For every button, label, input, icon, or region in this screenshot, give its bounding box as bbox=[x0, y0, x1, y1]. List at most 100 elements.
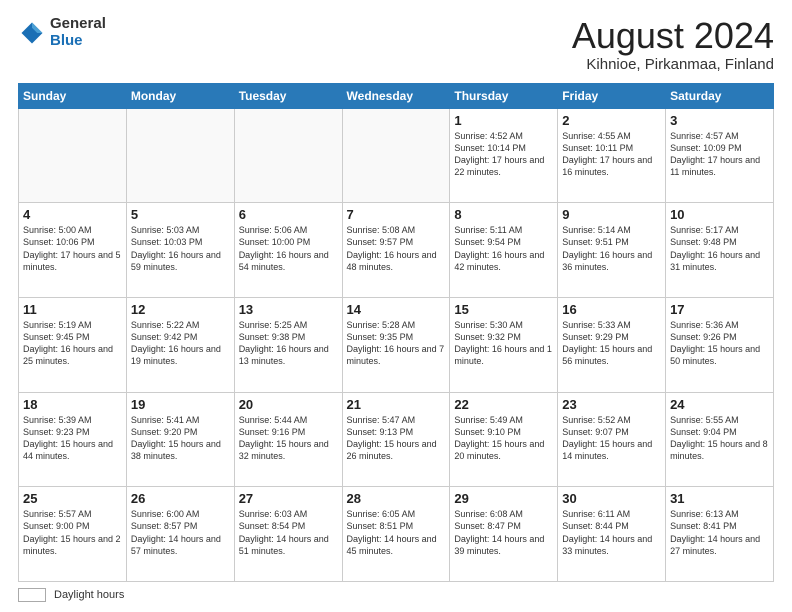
day-number: 4 bbox=[23, 207, 122, 222]
day-number: 2 bbox=[562, 113, 661, 128]
title-block: August 2024 Kihnioe, Pirkanmaa, Finland bbox=[572, 16, 774, 73]
logo-blue: Blue bbox=[50, 32, 83, 49]
weekday-header-wednesday: Wednesday bbox=[342, 83, 450, 108]
weekday-header-row: SundayMondayTuesdayWednesdayThursdayFrid… bbox=[19, 83, 774, 108]
calendar-cell: 12 Sunrise: 5:22 AM Sunset: 9:42 PM Dayli… bbox=[126, 297, 234, 392]
day-info: Sunrise: 5:00 AM Sunset: 10:06 PM Daylig… bbox=[23, 224, 122, 273]
day-info: Sunrise: 6:11 AM Sunset: 8:44 PM Dayligh… bbox=[562, 508, 661, 557]
calendar-cell: 30 Sunrise: 6:11 AM Sunset: 8:44 PM Dayli… bbox=[558, 487, 666, 582]
week-row-5: 25 Sunrise: 5:57 AM Sunset: 9:00 PM Dayli… bbox=[19, 487, 774, 582]
day-number: 23 bbox=[562, 397, 661, 412]
day-number: 29 bbox=[454, 491, 553, 506]
day-number: 20 bbox=[239, 397, 338, 412]
calendar-cell: 25 Sunrise: 5:57 AM Sunset: 9:00 PM Dayli… bbox=[19, 487, 127, 582]
calendar-cell: 11Sunrise: 5:19 AM Sunset: 9:45 PM Dayli… bbox=[19, 297, 127, 392]
day-number: 6 bbox=[239, 207, 338, 222]
weekday-header-tuesday: Tuesday bbox=[234, 83, 342, 108]
day-info: Sunrise: 5:52 AM Sunset: 9:07 PM Dayligh… bbox=[562, 414, 661, 463]
week-row-1: 1Sunrise: 4:52 AM Sunset: 10:14 PM Dayli… bbox=[19, 108, 774, 203]
calendar-cell: 4 Sunrise: 5:00 AM Sunset: 10:06 PM Dayli… bbox=[19, 203, 127, 298]
calendar-cell: 14 Sunrise: 5:28 AM Sunset: 9:35 PM Dayli… bbox=[342, 297, 450, 392]
day-info: Sunrise: 5:14 AM Sunset: 9:51 PM Dayligh… bbox=[562, 224, 661, 273]
calendar-cell bbox=[19, 108, 127, 203]
calendar-cell: 16Sunrise: 5:33 AM Sunset: 9:29 PM Dayli… bbox=[558, 297, 666, 392]
day-info: Sunrise: 6:13 AM Sunset: 8:41 PM Dayligh… bbox=[670, 508, 769, 557]
day-info: Sunrise: 6:00 AM Sunset: 8:57 PM Dayligh… bbox=[131, 508, 230, 557]
week-row-3: 11Sunrise: 5:19 AM Sunset: 9:45 PM Dayli… bbox=[19, 297, 774, 392]
subtitle: Kihnioe, Pirkanmaa, Finland bbox=[572, 56, 774, 73]
day-number: 5 bbox=[131, 207, 230, 222]
day-info: Sunrise: 5:36 AM Sunset: 9:26 PM Dayligh… bbox=[670, 319, 769, 368]
day-number: 27 bbox=[239, 491, 338, 506]
logo-general: General bbox=[50, 15, 106, 32]
calendar-cell: 1Sunrise: 4:52 AM Sunset: 10:14 PM Dayli… bbox=[450, 108, 558, 203]
page: General Blue August 2024 Kihnioe, Pirkan… bbox=[0, 0, 792, 612]
day-number: 14 bbox=[347, 302, 446, 317]
day-info: Sunrise: 5:57 AM Sunset: 9:00 PM Dayligh… bbox=[23, 508, 122, 557]
day-info: Sunrise: 5:19 AM Sunset: 9:45 PM Dayligh… bbox=[23, 319, 122, 368]
main-title: August 2024 bbox=[572, 16, 774, 56]
calendar-cell bbox=[234, 108, 342, 203]
footer-box bbox=[18, 588, 46, 602]
day-info: Sunrise: 5:41 AM Sunset: 9:20 PM Dayligh… bbox=[131, 414, 230, 463]
calendar-cell: 6Sunrise: 5:06 AM Sunset: 10:00 PM Dayli… bbox=[234, 203, 342, 298]
weekday-header-saturday: Saturday bbox=[666, 83, 774, 108]
day-info: Sunrise: 5:55 AM Sunset: 9:04 PM Dayligh… bbox=[670, 414, 769, 463]
day-info: Sunrise: 5:30 AM Sunset: 9:32 PM Dayligh… bbox=[454, 319, 553, 368]
header: General Blue August 2024 Kihnioe, Pirkan… bbox=[18, 16, 774, 73]
day-number: 21 bbox=[347, 397, 446, 412]
calendar-cell: 24 Sunrise: 5:55 AM Sunset: 9:04 PM Dayli… bbox=[666, 392, 774, 487]
day-info: Sunrise: 5:22 AM Sunset: 9:42 PM Dayligh… bbox=[131, 319, 230, 368]
calendar-cell: 2Sunrise: 4:55 AM Sunset: 10:11 PM Dayli… bbox=[558, 108, 666, 203]
day-info: Sunrise: 5:11 AM Sunset: 9:54 PM Dayligh… bbox=[454, 224, 553, 273]
footer: Daylight hours bbox=[18, 588, 774, 602]
week-row-4: 18 Sunrise: 5:39 AM Sunset: 9:23 PM Dayli… bbox=[19, 392, 774, 487]
day-number: 19 bbox=[131, 397, 230, 412]
logo: General Blue bbox=[18, 16, 106, 49]
day-info: Sunrise: 5:49 AM Sunset: 9:10 PM Dayligh… bbox=[454, 414, 553, 463]
week-row-2: 4 Sunrise: 5:00 AM Sunset: 10:06 PM Dayli… bbox=[19, 203, 774, 298]
calendar-cell: 9Sunrise: 5:14 AM Sunset: 9:51 PM Daylig… bbox=[558, 203, 666, 298]
day-number: 3 bbox=[670, 113, 769, 128]
calendar-cell: 18 Sunrise: 5:39 AM Sunset: 9:23 PM Dayli… bbox=[19, 392, 127, 487]
day-number: 12 bbox=[131, 302, 230, 317]
day-number: 24 bbox=[670, 397, 769, 412]
day-number: 18 bbox=[23, 397, 122, 412]
day-number: 10 bbox=[670, 207, 769, 222]
day-info: Sunrise: 5:39 AM Sunset: 9:23 PM Dayligh… bbox=[23, 414, 122, 463]
calendar-cell: 13Sunrise: 5:25 AM Sunset: 9:38 PM Dayli… bbox=[234, 297, 342, 392]
day-number: 25 bbox=[23, 491, 122, 506]
day-info: Sunrise: 5:28 AM Sunset: 9:35 PM Dayligh… bbox=[347, 319, 446, 368]
weekday-header-friday: Friday bbox=[558, 83, 666, 108]
calendar-cell: 19 Sunrise: 5:41 AM Sunset: 9:20 PM Dayli… bbox=[126, 392, 234, 487]
day-number: 15 bbox=[454, 302, 553, 317]
calendar-cell: 27 Sunrise: 6:03 AM Sunset: 8:54 PM Dayli… bbox=[234, 487, 342, 582]
calendar-cell: 17 Sunrise: 5:36 AM Sunset: 9:26 PM Dayli… bbox=[666, 297, 774, 392]
calendar-cell: 10Sunrise: 5:17 AM Sunset: 9:48 PM Dayli… bbox=[666, 203, 774, 298]
calendar-cell: 22Sunrise: 5:49 AM Sunset: 9:10 PM Dayli… bbox=[450, 392, 558, 487]
day-number: 17 bbox=[670, 302, 769, 317]
day-info: Sunrise: 6:08 AM Sunset: 8:47 PM Dayligh… bbox=[454, 508, 553, 557]
calendar-cell bbox=[342, 108, 450, 203]
calendar-cell: 7Sunrise: 5:08 AM Sunset: 9:57 PM Daylig… bbox=[342, 203, 450, 298]
calendar-table: SundayMondayTuesdayWednesdayThursdayFrid… bbox=[18, 83, 774, 582]
logo-icon bbox=[18, 19, 46, 47]
day-info: Sunrise: 5:47 AM Sunset: 9:13 PM Dayligh… bbox=[347, 414, 446, 463]
calendar-cell: 31 Sunrise: 6:13 AM Sunset: 8:41 PM Dayli… bbox=[666, 487, 774, 582]
day-number: 7 bbox=[347, 207, 446, 222]
weekday-header-sunday: Sunday bbox=[19, 83, 127, 108]
weekday-header-thursday: Thursday bbox=[450, 83, 558, 108]
day-info: Sunrise: 4:52 AM Sunset: 10:14 PM Daylig… bbox=[454, 130, 553, 179]
calendar-cell bbox=[126, 108, 234, 203]
day-info: Sunrise: 6:03 AM Sunset: 8:54 PM Dayligh… bbox=[239, 508, 338, 557]
day-number: 26 bbox=[131, 491, 230, 506]
calendar-cell: 20Sunrise: 5:44 AM Sunset: 9:16 PM Dayli… bbox=[234, 392, 342, 487]
calendar-cell: 8 Sunrise: 5:11 AM Sunset: 9:54 PM Daylig… bbox=[450, 203, 558, 298]
calendar-cell: 21 Sunrise: 5:47 AM Sunset: 9:13 PM Dayli… bbox=[342, 392, 450, 487]
day-number: 30 bbox=[562, 491, 661, 506]
day-number: 8 bbox=[454, 207, 553, 222]
day-info: Sunrise: 5:25 AM Sunset: 9:38 PM Dayligh… bbox=[239, 319, 338, 368]
calendar-cell: 15 Sunrise: 5:30 AM Sunset: 9:32 PM Dayli… bbox=[450, 297, 558, 392]
day-number: 31 bbox=[670, 491, 769, 506]
calendar-cell: 5Sunrise: 5:03 AM Sunset: 10:03 PM Dayli… bbox=[126, 203, 234, 298]
